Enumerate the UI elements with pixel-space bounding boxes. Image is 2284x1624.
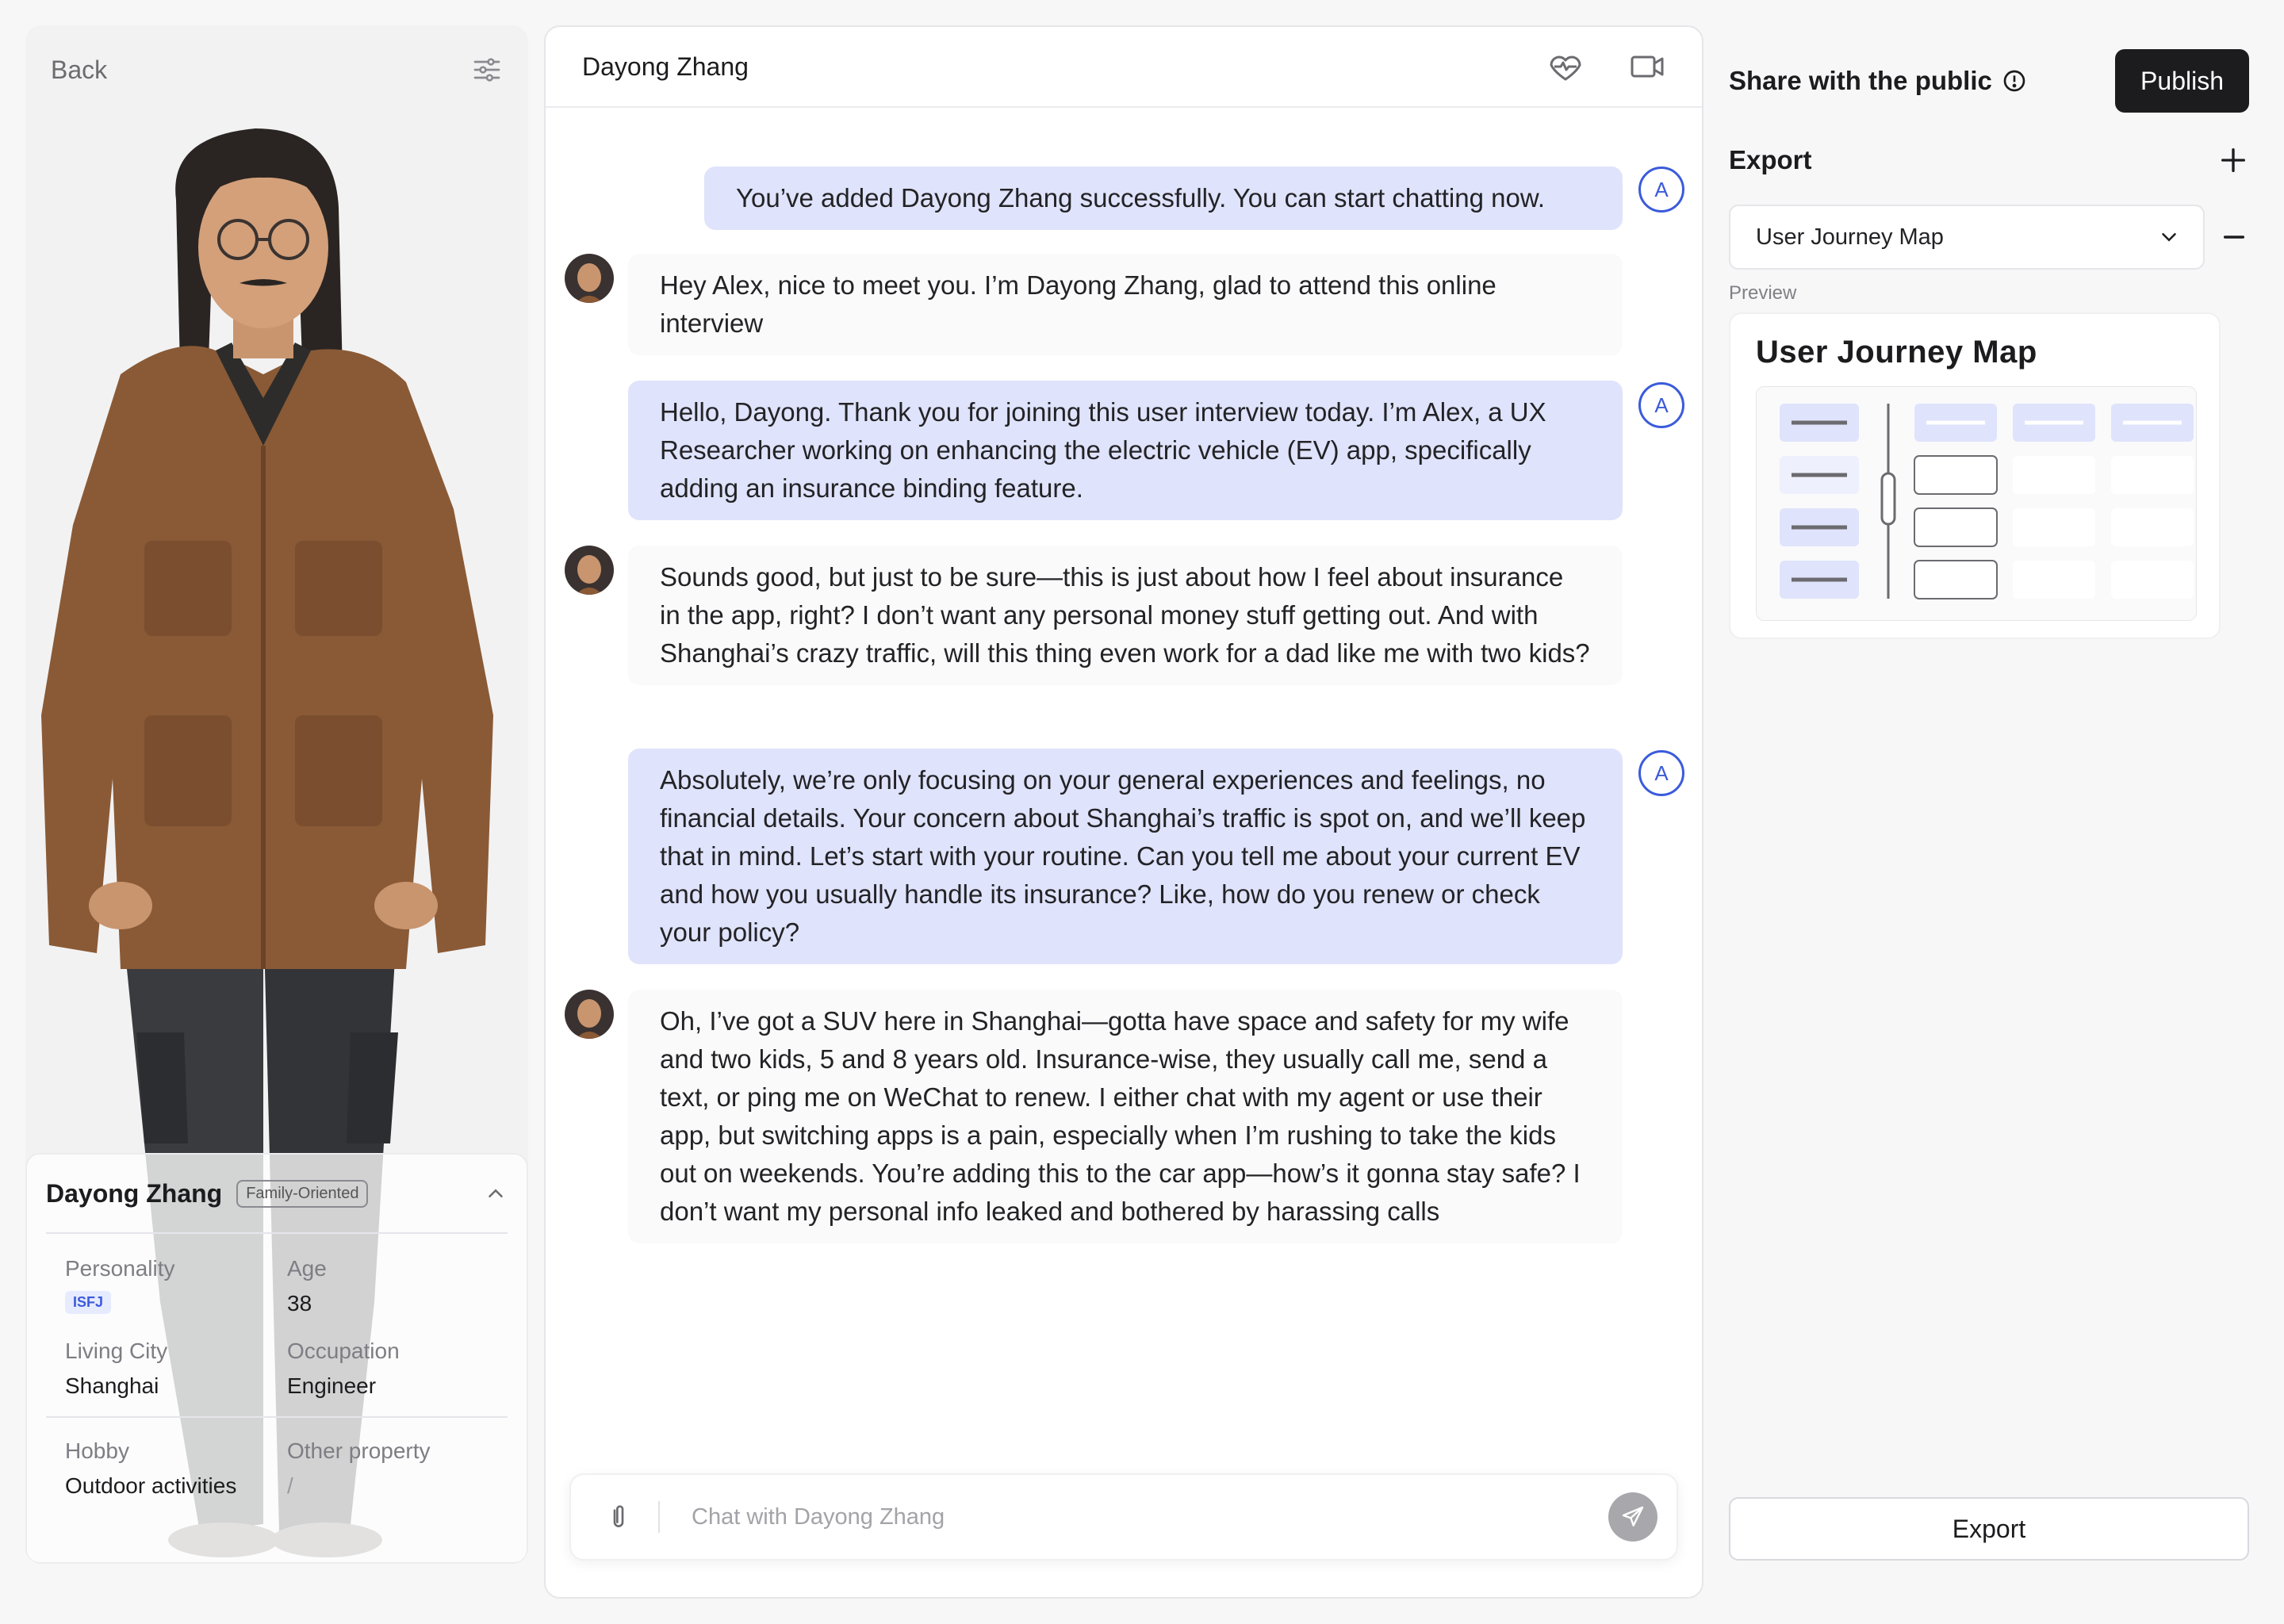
persona-card: Dayong Zhang Family-Oriented Personality… <box>25 1153 528 1564</box>
preview-title: User Journey Map <box>1756 335 2037 370</box>
hobby-label: Hobby <box>65 1438 129 1463</box>
hobby-value: Outdoor activities <box>65 1473 237 1498</box>
occupation-label: Occupation <box>287 1339 400 1363</box>
personality-label: Personality <box>65 1256 175 1281</box>
message-text: You’ve added Dayong Zhang successfully. … <box>736 183 1546 213</box>
persona-card-header: Dayong Zhang Family-Oriented <box>46 1155 508 1234</box>
message-persona: Hey Alex, nice to meet you. I’m Dayong Z… <box>628 254 1623 355</box>
chevron-up-icon[interactable] <box>484 1182 508 1205</box>
persona-extra-attributes: Hobby Outdoor activities Other property … <box>46 1418 508 1499</box>
age-value: 38 <box>287 1291 312 1316</box>
composer-divider <box>658 1501 660 1533</box>
chat-panel: Dayong Zhang You’ve added Dayong Zhang s… <box>544 25 1703 1599</box>
paperclip-icon[interactable] <box>603 1501 634 1533</box>
export-title: Export <box>1729 145 1812 174</box>
city-value: Shanghai <box>65 1373 159 1398</box>
heart-pulse-icon[interactable] <box>1546 48 1585 86</box>
journey-map-thumbnail <box>1756 386 2197 621</box>
persona-name: Dayong Zhang <box>46 1178 223 1208</box>
other-property-field: Other property / <box>287 1438 509 1499</box>
message-text: Oh, I’ve got a SUV here in Shanghai—gott… <box>660 1006 1581 1226</box>
persona-avatar-image <box>565 990 614 1039</box>
persona-panel-header: Back <box>25 25 528 114</box>
publish-button[interactable]: Publish <box>2115 49 2249 113</box>
city-label: Living City <box>65 1339 168 1363</box>
export-type-select[interactable]: User Journey Map <box>1729 205 2205 270</box>
avatar-letter: A <box>1654 760 1669 785</box>
preview-label: Preview <box>1729 282 1797 304</box>
age-label: Age <box>287 1256 327 1281</box>
persona-avatar <box>565 546 614 595</box>
personality-field: Personality ISFJ <box>65 1256 287 1316</box>
send-button[interactable] <box>1608 1492 1657 1542</box>
city-field: Living City Shanghai <box>65 1339 287 1399</box>
message-user: You’ve added Dayong Zhang successfully. … <box>704 167 1623 230</box>
video-camera-icon[interactable] <box>1629 48 1667 86</box>
export-type-value: User Journey Map <box>1756 224 1944 250</box>
message-user: Hello, Dayong. Thank you for joining thi… <box>628 381 1623 520</box>
avatar-letter: A <box>1654 177 1669 201</box>
persona-panel: Back Dayong Zhang Family-Oriented Person… <box>25 25 528 1564</box>
minus-icon[interactable] <box>2221 224 2248 251</box>
avatar-letter: A <box>1654 393 1669 417</box>
share-row: Share with the public Publish <box>1729 48 2249 114</box>
message-list: You’ve added Dayong Zhang successfully. … <box>546 108 1702 1502</box>
back-link[interactable]: Back <box>51 56 107 85</box>
message-text: Hey Alex, nice to meet you. I’m Dayong Z… <box>660 270 1496 338</box>
chat-composer <box>569 1473 1678 1561</box>
export-panel: Share with the public Publish Export Use… <box>1729 48 2249 1570</box>
other-property-value: / <box>287 1473 293 1498</box>
persona-avatar-image <box>565 546 614 595</box>
user-avatar: A <box>1638 382 1684 428</box>
user-avatar: A <box>1638 167 1684 213</box>
send-icon <box>1622 1506 1644 1526</box>
info-icon[interactable] <box>2002 68 2027 94</box>
other-property-label: Other property <box>287 1438 431 1463</box>
chat-header: Dayong Zhang <box>546 27 1702 108</box>
plus-icon[interactable] <box>2217 144 2249 176</box>
persona-avatar <box>565 990 614 1039</box>
hobby-field: Hobby Outdoor activities <box>65 1438 287 1499</box>
message-text: Absolutely, we’re only focusing on your … <box>660 765 1586 947</box>
chat-input[interactable] <box>692 1503 1608 1530</box>
preview-card: User Journey Map <box>1729 312 2221 639</box>
occupation-value: Engineer <box>287 1373 377 1398</box>
chat-header-actions <box>1546 48 1667 86</box>
message-persona: Sounds good, but just to be sure—this is… <box>628 546 1623 685</box>
export-header: Export <box>1729 136 2249 184</box>
export-type-row: User Journey Map <box>1729 205 2249 270</box>
chevron-down-icon <box>2162 233 2176 242</box>
persona-tag: Family-Oriented <box>236 1179 369 1208</box>
personality-badge: ISFJ <box>65 1291 112 1314</box>
message-user: Absolutely, we’re only focusing on your … <box>628 749 1623 964</box>
user-avatar: A <box>1638 750 1684 796</box>
message-persona: Oh, I’ve got a SUV here in Shanghai—gott… <box>628 990 1623 1243</box>
share-label: Share with the public <box>1729 66 1992 95</box>
persona-avatar-image <box>565 254 614 303</box>
sliders-icon[interactable] <box>471 54 503 86</box>
persona-attributes: Personality ISFJ Age 38 Living City Shan… <box>46 1234 508 1399</box>
persona-avatar <box>565 254 614 303</box>
chat-title: Dayong Zhang <box>582 52 749 81</box>
message-text: Hello, Dayong. Thank you for joining thi… <box>660 397 1546 503</box>
age-field: Age 38 <box>287 1256 509 1316</box>
message-text: Sounds good, but just to be sure—this is… <box>660 562 1590 668</box>
export-button[interactable]: Export <box>1729 1497 2249 1561</box>
occupation-field: Occupation Engineer <box>287 1339 509 1399</box>
